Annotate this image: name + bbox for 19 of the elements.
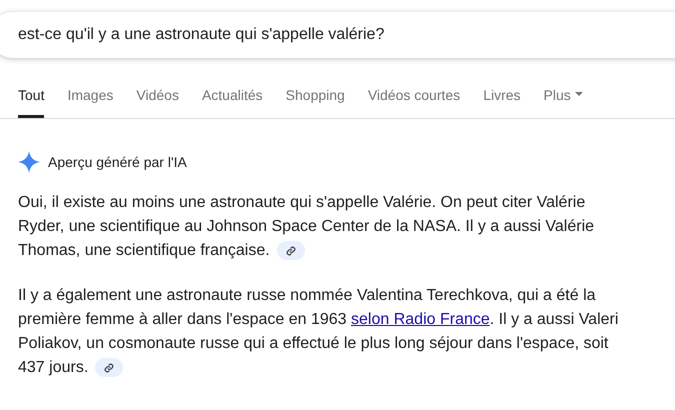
link-icon xyxy=(286,246,296,256)
answer-paragraph: Il y a également une astronaute russe nommée Valentina Terechkova, qui a été la première femme à aller dans l'espace en 1963 selon Radio France. Il y a aussi Valeri Poliakov, un cosmonaute russe qui a effectué le plus long séjour dans l'espace, soit 437 jours. xyxy=(18,286,620,380)
tab[interactable]: Vidéos xyxy=(136,85,179,118)
sparkle-icon xyxy=(18,151,40,173)
tab[interactable]: Shopping xyxy=(286,85,345,118)
tab[interactable]: Plus xyxy=(544,85,583,118)
ai-overview-heading: Aperçu généré par l'IA xyxy=(48,152,187,172)
answer-paragraph: Oui, il existe au moins une astronaute qui s'appelle Valérie. On peut citer Valérie Ryder, une scientifique au Johnson Space Center de la NASA. Il y a aussi Valérie Thomas, une scientifique française. xyxy=(18,193,596,262)
caret-icon xyxy=(574,92,583,96)
tab[interactable]: Actualités xyxy=(202,85,263,118)
link-icon xyxy=(104,362,114,373)
tab[interactable]: Images xyxy=(67,85,114,118)
tab[interactable]: Livres xyxy=(483,85,521,118)
tab[interactable]: Vidéos courtes xyxy=(368,85,460,118)
source-link-button[interactable] xyxy=(95,358,124,378)
radio-france-link[interactable]: selon Radio France xyxy=(351,311,490,328)
source-link-button[interactable] xyxy=(276,241,305,260)
tab[interactable]: Tout xyxy=(18,85,44,118)
search-field[interactable]: est-ce qu'il y a une astronaute qui s'appelle valérie? xyxy=(0,12,675,58)
